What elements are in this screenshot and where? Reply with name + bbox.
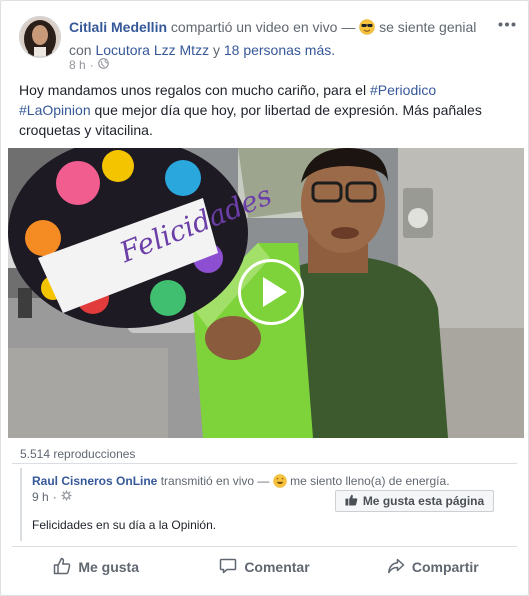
- post-card: Citlali Medellin compartió un video en v…: [0, 0, 529, 596]
- avatar[interactable]: [19, 16, 61, 58]
- others-link[interactable]: 18 personas más.: [224, 42, 335, 58]
- divider: [12, 463, 517, 464]
- gear-icon: [61, 490, 72, 504]
- author-link[interactable]: Citlali Medellin: [69, 19, 167, 35]
- share-button[interactable]: Compartir: [349, 549, 517, 585]
- timestamp[interactable]: 8 h: [69, 58, 86, 72]
- post-meta: 8 h ·: [69, 58, 109, 72]
- play-icon: [263, 277, 287, 307]
- divider: [12, 546, 517, 547]
- action-bar: Me gusta Comentar Compartir: [12, 549, 517, 585]
- play-button[interactable]: [238, 259, 304, 325]
- post-text: Hoy mandamos unos regalos con mucho cari…: [19, 82, 482, 138]
- hashtag-link[interactable]: #Periodico: [370, 82, 436, 98]
- tagged-user-link[interactable]: Locutora Lzz Mtzz: [95, 42, 209, 58]
- sunglasses-emoji-icon: [359, 19, 375, 40]
- thumbs-up-icon: [53, 557, 71, 578]
- shared-post: Raul Cisneros OnLine transmitió en vivo …: [20, 468, 516, 541]
- post-header: Citlali Medellin compartió un video en v…: [69, 17, 489, 60]
- energy-emoji-icon: [272, 474, 287, 492]
- like-label: Me gusta: [78, 559, 139, 575]
- shared-page-link[interactable]: Raul Cisneros OnLine: [32, 474, 157, 488]
- comment-icon: [219, 557, 237, 578]
- shared-timestamp[interactable]: 9 h: [32, 490, 49, 504]
- comment-label: Comentar: [244, 559, 310, 575]
- video-player[interactable]: Felicidades: [8, 148, 524, 438]
- view-count: 5.514 reproducciones: [20, 447, 136, 461]
- like-button[interactable]: Me gusta: [12, 549, 180, 585]
- thumbs-up-icon: [345, 494, 358, 509]
- shared-text: Felicidades en su día a la Opinión.: [32, 518, 217, 532]
- shared-meta: 9 h ·: [32, 490, 72, 504]
- share-label: Compartir: [411, 559, 479, 575]
- feeling-text: se siente genial: [379, 19, 477, 35]
- more-options-icon[interactable]: [494, 14, 520, 34]
- action-text: compartió un video en vivo —: [170, 19, 356, 35]
- hashtag-link[interactable]: #LaOpinion: [19, 102, 91, 118]
- share-icon: [387, 557, 405, 578]
- with-text: con: [69, 42, 92, 58]
- globe-icon: [97, 58, 109, 72]
- and-text: y: [212, 42, 220, 58]
- like-page-button[interactable]: Me gusta esta página: [335, 490, 494, 512]
- comment-button[interactable]: Comentar: [180, 549, 348, 585]
- like-page-label: Me gusta esta página: [362, 494, 485, 508]
